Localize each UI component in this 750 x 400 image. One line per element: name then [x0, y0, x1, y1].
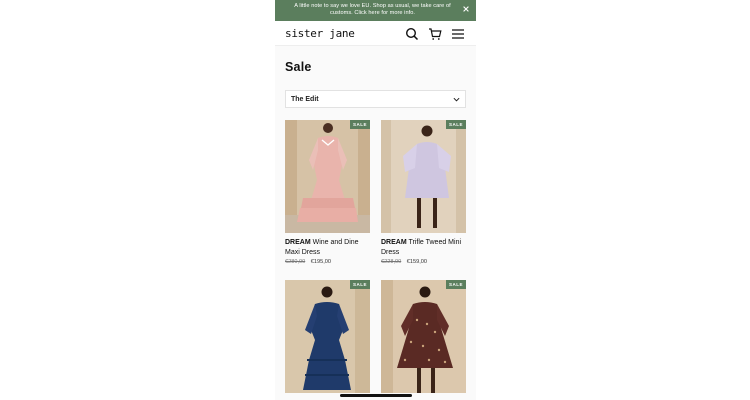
product-image[interactable]: SALE [285, 120, 370, 233]
sale-badge: SALE [350, 280, 370, 289]
product-name[interactable]: DREAM Trifle Tweed Mini Dress [381, 238, 466, 258]
sale-price: €159,00 [406, 259, 428, 265]
mobile-viewport: A little note to say we love EU. Shop as… [275, 0, 476, 400]
original-price: €280,00 [285, 259, 306, 265]
product-card[interactable]: SALE [381, 280, 466, 393]
menu-icon[interactable] [451, 27, 465, 41]
original-price: €228,00 [381, 259, 402, 265]
announcement-bar[interactable]: A little note to say we love EU. Shop as… [275, 0, 476, 21]
collection-select[interactable]: The Edit [285, 90, 466, 108]
product-price: €280,00 €195,00 [285, 259, 370, 265]
product-brand: DREAM [285, 239, 311, 246]
product-card[interactable]: SALE DREAM Wine and Dine Maxi Dress €280… [285, 120, 370, 265]
sale-price: €195,00 [310, 259, 332, 265]
search-icon[interactable] [405, 27, 419, 41]
product-name[interactable]: DREAM Wine and Dine Maxi Dress [285, 238, 370, 258]
product-image[interactable]: SALE [285, 280, 370, 393]
sale-badge: SALE [446, 280, 466, 289]
product-image[interactable]: SALE [381, 120, 466, 233]
product-card[interactable]: SALE DREAM Trifle Tweed Mini Dress €228,… [381, 120, 466, 265]
select-value: The Edit [291, 96, 319, 103]
product-image[interactable]: SALE [381, 280, 466, 393]
chevron-down-icon [453, 97, 460, 102]
sale-badge: SALE [446, 120, 466, 129]
close-icon[interactable] [462, 5, 470, 13]
announcement-text[interactable]: A little note to say we love EU. Shop as… [285, 3, 460, 17]
home-indicator [340, 394, 412, 397]
product-price: €228,00 €159,00 [381, 259, 466, 265]
cart-icon[interactable] [428, 27, 442, 41]
site-header: sister jane [275, 21, 476, 46]
product-brand: DREAM [381, 239, 407, 246]
page-title: Sale [285, 60, 312, 74]
sale-badge: SALE [350, 120, 370, 129]
product-card[interactable]: SALE [285, 280, 370, 393]
logo[interactable]: sister jane [285, 27, 355, 40]
